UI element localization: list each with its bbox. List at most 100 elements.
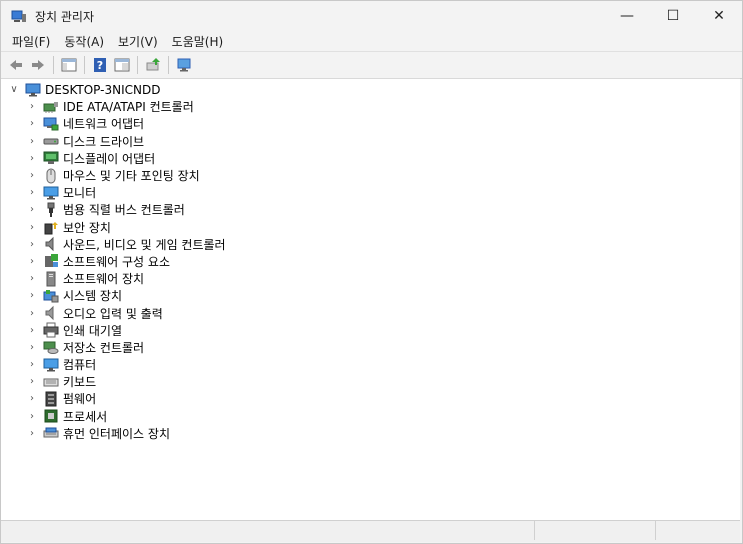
tree-node[interactable]: › 모니터	[1, 184, 740, 201]
chevron-right-icon[interactable]: ›	[25, 359, 39, 370]
chevron-right-icon[interactable]: ›	[25, 170, 39, 181]
chevron-right-icon[interactable]: ›	[25, 411, 39, 422]
tree-node[interactable]: › 마우스 및 기타 포인팅 장치	[1, 167, 740, 184]
tree-node[interactable]: › 네트워크 어댑터	[1, 115, 740, 132]
device-manager-app-icon	[11, 10, 26, 22]
toolbar-separator	[137, 56, 138, 74]
help-button[interactable]: ?	[90, 55, 110, 75]
mouse-icon	[43, 168, 59, 184]
title-bar[interactable]: 장치 관리자 — ☐ ✕	[1, 1, 742, 31]
tree-node-label: 저장소 컨트롤러	[63, 340, 145, 355]
tree-node-label: 네트워크 어댑터	[63, 117, 145, 132]
chevron-right-icon[interactable]: ›	[25, 239, 39, 250]
svg-text:?: ?	[97, 59, 103, 72]
tree-node[interactable]: › 소프트웨어 구성 요소	[1, 253, 740, 270]
chevron-right-icon[interactable]: ›	[25, 118, 39, 129]
show-hide-console-tree-button[interactable]	[59, 55, 79, 75]
speaker-icon	[43, 236, 59, 252]
menu-view[interactable]: 보기(V)	[111, 33, 165, 50]
back-button[interactable]	[6, 55, 26, 75]
tree-node-label: 프로세서	[63, 409, 108, 424]
chevron-right-icon[interactable]: ›	[25, 376, 39, 387]
close-button[interactable]: ✕	[696, 1, 742, 31]
tree-node[interactable]: › 휴먼 인터페이스 장치	[1, 425, 740, 442]
scan-hardware-button[interactable]	[174, 55, 194, 75]
device-tree-pane[interactable]: ∨ DESKTOP-3NICNDD › IDE ATA/ATAPI 컨트롤러 › 네트…	[1, 78, 740, 520]
tree-node[interactable]: › 컴퓨터	[1, 356, 740, 373]
tree-node-label: 보안 장치	[63, 220, 111, 235]
chevron-right-icon[interactable]: ›	[25, 204, 39, 215]
chevron-right-icon[interactable]: ›	[25, 256, 39, 267]
chevron-right-icon[interactable]: ›	[25, 428, 39, 439]
toolbar-separator	[53, 56, 54, 74]
storage-controller-icon	[43, 339, 59, 355]
tree-node[interactable]: › 사운드, 비디오 및 게임 컨트롤러	[1, 236, 740, 253]
maximize-icon: ☐	[666, 8, 680, 24]
properties-button[interactable]	[112, 55, 132, 75]
scan-hardware-icon	[177, 58, 191, 72]
status-cell	[656, 521, 740, 540]
tree-node[interactable]: › 보안 장치	[1, 219, 740, 236]
tree-node-label: 디스플레이 어댑터	[63, 151, 156, 166]
forward-button[interactable]	[28, 55, 48, 75]
chevron-down-icon[interactable]: ∨	[7, 84, 21, 95]
toolbar-separator	[84, 56, 85, 74]
tree-node[interactable]: › 시스템 장치	[1, 287, 740, 304]
menu-action[interactable]: 동작(A)	[57, 33, 111, 50]
back-arrow-icon	[10, 60, 22, 70]
help-icon: ?	[94, 58, 106, 72]
chevron-right-icon[interactable]: ›	[25, 342, 39, 353]
caption-buttons: — ☐ ✕	[604, 1, 742, 31]
tree-node-label: 인쇄 대기열	[63, 323, 123, 338]
menu-file[interactable]: 파일(F)	[5, 33, 57, 50]
chevron-right-icon[interactable]: ›	[25, 273, 39, 284]
menu-bar: 파일(F) 동작(A) 보기(V) 도움말(H)	[1, 31, 742, 51]
tree-node-label: 소프트웨어 구성 요소	[63, 254, 170, 269]
software-component-icon	[43, 253, 59, 269]
chevron-right-icon[interactable]: ›	[25, 308, 39, 319]
toolbar: ?	[1, 51, 742, 79]
close-icon: ✕	[713, 8, 725, 24]
tree-node-label: 오디오 입력 및 출력	[63, 306, 163, 321]
tree-node[interactable]: › 프로세서	[1, 408, 740, 425]
tree-root-node[interactable]: ∨ DESKTOP-3NICNDD	[1, 81, 740, 98]
tree-node[interactable]: › 오디오 입력 및 출력	[1, 304, 740, 321]
console-tree-icon	[61, 58, 77, 72]
chevron-right-icon[interactable]: ›	[25, 325, 39, 336]
menu-help[interactable]: 도움말(H)	[165, 33, 231, 50]
system-device-icon	[43, 288, 59, 304]
tree-node[interactable]: › 디스크 드라이브	[1, 133, 740, 150]
status-bar	[1, 520, 740, 542]
chevron-right-icon[interactable]: ›	[25, 187, 39, 198]
tree-node-label: 마우스 및 기타 포인팅 장치	[63, 169, 200, 184]
tree-node[interactable]: › 키보드	[1, 373, 740, 390]
tree-node-label: 모니터	[63, 186, 97, 201]
tree-node[interactable]: › 디스플레이 어댑터	[1, 150, 740, 167]
firmware-icon	[43, 391, 59, 407]
tree-node[interactable]: › 펌웨어	[1, 390, 740, 407]
minimize-icon: —	[620, 8, 634, 24]
monitor-icon	[43, 185, 59, 201]
computer-icon	[25, 82, 41, 98]
tree-node-label: 소프트웨어 장치	[63, 272, 145, 287]
chevron-right-icon[interactable]: ›	[25, 153, 39, 164]
tree-node[interactable]: › 범용 직렬 버스 컨트롤러	[1, 201, 740, 218]
tree-node[interactable]: › 소프트웨어 장치	[1, 270, 740, 287]
chevron-right-icon[interactable]: ›	[25, 136, 39, 147]
minimize-button[interactable]: —	[604, 1, 650, 31]
chevron-right-icon[interactable]: ›	[25, 290, 39, 301]
chevron-right-icon[interactable]: ›	[25, 101, 39, 112]
properties-icon	[114, 58, 130, 72]
tree-node[interactable]: › 인쇄 대기열	[1, 322, 740, 339]
computer-icon	[43, 357, 59, 373]
tree-node-label: 컴퓨터	[63, 358, 97, 373]
chevron-right-icon[interactable]: ›	[25, 222, 39, 233]
security-device-icon	[43, 219, 59, 235]
update-driver-button[interactable]	[143, 55, 163, 75]
tree-node[interactable]: › IDE ATA/ATAPI 컨트롤러	[1, 98, 740, 115]
tree-node-label: 사운드, 비디오 및 게임 컨트롤러	[63, 237, 226, 252]
tree-node[interactable]: › 저장소 컨트롤러	[1, 339, 740, 356]
chevron-right-icon[interactable]: ›	[25, 393, 39, 404]
status-cell	[1, 521, 535, 540]
maximize-button[interactable]: ☐	[650, 1, 696, 31]
